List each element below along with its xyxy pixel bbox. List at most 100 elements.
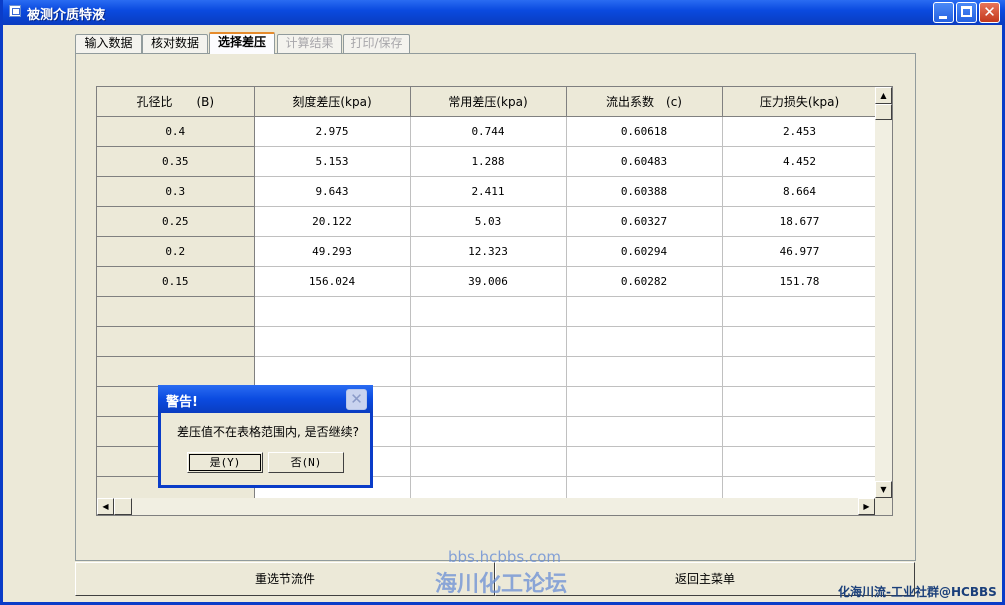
col-header-scale-pressure: 刻度差压(kpa) bbox=[254, 87, 411, 117]
table-cell: 46.977 bbox=[722, 236, 878, 267]
horizontal-scrollbar[interactable]: ◀ ▶ bbox=[97, 498, 875, 515]
table-cell: 0.60294 bbox=[566, 236, 723, 267]
tab-strip: 输入数据 核对数据 选择差压 计算结果 打印/保存 bbox=[75, 32, 915, 54]
table-cell: 2.453 bbox=[722, 116, 878, 147]
title-bar[interactable]: 被测介质特液 ✕ bbox=[3, 0, 1005, 25]
no-button[interactable]: 否(N) bbox=[268, 452, 344, 473]
table-cell: 5.03 bbox=[410, 206, 567, 237]
col-header-diameter-ratio: 孔径比 (B) bbox=[97, 87, 255, 117]
table-cell: 0.25 bbox=[97, 206, 255, 237]
watermark-forum-name: 海川化工论坛 bbox=[435, 572, 568, 597]
table-cell bbox=[254, 356, 411, 387]
warning-dialog: 警告! ✕ 差压值不在表格范围内, 是否继续? 是(Y) 否(N) bbox=[158, 385, 373, 488]
tab-calc-results: 计算结果 bbox=[277, 34, 342, 53]
table-cell bbox=[254, 296, 411, 327]
table-cell bbox=[410, 326, 567, 357]
table-row[interactable]: 0.35 5.153 1.288 0.60483 4.452 bbox=[97, 146, 878, 177]
table-cell bbox=[97, 326, 255, 357]
dialog-close-button[interactable]: ✕ bbox=[346, 389, 367, 410]
table-cell: 0.2 bbox=[97, 236, 255, 267]
table-cell bbox=[722, 386, 878, 417]
table-cell: 0.60618 bbox=[566, 116, 723, 147]
table-cell: 1.288 bbox=[410, 146, 567, 177]
table-row[interactable]: 0.2 49.293 12.323 0.60294 46.977 bbox=[97, 236, 878, 267]
maximize-button[interactable] bbox=[956, 2, 977, 23]
table-cell bbox=[566, 386, 723, 417]
table-row[interactable]: 0.15 156.024 39.006 0.60282 151.78 bbox=[97, 266, 878, 297]
table-cell bbox=[566, 416, 723, 447]
table-cell: 0.4 bbox=[97, 116, 255, 147]
table-cell: 0.744 bbox=[410, 116, 567, 147]
table-cell: 151.78 bbox=[722, 266, 878, 297]
table-row[interactable] bbox=[97, 356, 878, 387]
header-row: 孔径比 (B) 刻度差压(kpa) 常用差压(kpa) 流出系数 (c) 压力损… bbox=[97, 87, 878, 117]
col-header-normal-pressure: 常用差压(kpa) bbox=[410, 87, 567, 117]
tab-input-data[interactable]: 输入数据 bbox=[75, 34, 142, 53]
table-cell bbox=[410, 296, 567, 327]
table-cell bbox=[722, 296, 878, 327]
table-cell bbox=[410, 386, 567, 417]
table-cell: 0.15 bbox=[97, 266, 255, 297]
table-cell bbox=[97, 296, 255, 327]
table-cell: 156.024 bbox=[254, 266, 411, 297]
maximize-icon bbox=[961, 6, 972, 17]
table-cell: 12.323 bbox=[410, 236, 567, 267]
close-icon: ✕ bbox=[350, 390, 363, 408]
table-cell: 39.006 bbox=[410, 266, 567, 297]
tab-check-data[interactable]: 核对数据 bbox=[142, 34, 208, 53]
scroll-left-arrow-icon[interactable]: ◀ bbox=[97, 498, 114, 515]
table-cell bbox=[566, 446, 723, 477]
table-cell bbox=[722, 356, 878, 387]
table-cell bbox=[722, 446, 878, 477]
close-button[interactable]: ✕ bbox=[979, 2, 1000, 23]
table-cell bbox=[566, 296, 723, 327]
table-cell: 2.411 bbox=[410, 176, 567, 207]
minimize-icon bbox=[939, 16, 947, 19]
table-cell: 0.60483 bbox=[566, 146, 723, 177]
watermark-corner: 化海川流-工业社群@HCBBS bbox=[838, 585, 997, 599]
vertical-scrollbar[interactable]: ▲ ▼ bbox=[875, 87, 892, 498]
tab-print-save: 打印/保存 bbox=[343, 34, 410, 53]
table-row[interactable]: 0.4 2.975 0.744 0.60618 2.453 bbox=[97, 116, 878, 147]
vertical-scroll-thumb[interactable] bbox=[875, 104, 892, 120]
scroll-up-arrow-icon[interactable]: ▲ bbox=[875, 87, 892, 104]
table-cell bbox=[410, 446, 567, 477]
reselect-element-button[interactable]: 重选节流件 bbox=[75, 562, 495, 596]
table-cell: 49.293 bbox=[254, 236, 411, 267]
col-header-pressure-loss: 压力损失(kpa) bbox=[722, 87, 878, 117]
table-cell bbox=[566, 326, 723, 357]
table-cell bbox=[566, 356, 723, 387]
close-icon: ✕ bbox=[983, 3, 996, 21]
table-row[interactable] bbox=[97, 326, 878, 357]
horizontal-scroll-thumb[interactable] bbox=[114, 498, 132, 515]
table-row[interactable] bbox=[97, 296, 878, 327]
table-cell: 0.60388 bbox=[566, 176, 723, 207]
table-row[interactable]: 0.25 20.122 5.03 0.60327 18.677 bbox=[97, 206, 878, 237]
minimize-button[interactable] bbox=[933, 2, 954, 23]
table-cell: 0.3 bbox=[97, 176, 255, 207]
table-row[interactable]: 0.3 9.643 2.411 0.60388 8.664 bbox=[97, 176, 878, 207]
app-icon[interactable] bbox=[9, 5, 21, 17]
table-cell: 0.60327 bbox=[566, 206, 723, 237]
dialog-title-bar[interactable]: 警告! ✕ bbox=[158, 385, 373, 413]
table-cell: 0.60282 bbox=[566, 266, 723, 297]
col-header-discharge-coef: 流出系数 (c) bbox=[566, 87, 723, 117]
table-cell: 8.664 bbox=[722, 176, 878, 207]
dialog-message: 差压值不在表格范围内, 是否继续? bbox=[177, 425, 359, 439]
table-cell bbox=[722, 326, 878, 357]
window-title: 被测介质特液 bbox=[27, 8, 106, 23]
table-cell: 0.35 bbox=[97, 146, 255, 177]
tab-select-pressure[interactable]: 选择差压 bbox=[209, 32, 275, 54]
table-cell: 5.153 bbox=[254, 146, 411, 177]
table-cell bbox=[410, 356, 567, 387]
yes-button[interactable]: 是(Y) bbox=[187, 452, 263, 473]
watermark-url: bbs.hcbbs.com bbox=[448, 548, 562, 566]
table-cell: 18.677 bbox=[722, 206, 878, 237]
table-cell: 2.975 bbox=[254, 116, 411, 147]
scroll-right-arrow-icon[interactable]: ▶ bbox=[858, 498, 875, 515]
table-cell bbox=[97, 356, 255, 387]
table-cell bbox=[254, 326, 411, 357]
scrollbar-corner bbox=[875, 498, 892, 515]
scroll-down-arrow-icon[interactable]: ▼ bbox=[875, 481, 892, 498]
table-cell: 4.452 bbox=[722, 146, 878, 177]
